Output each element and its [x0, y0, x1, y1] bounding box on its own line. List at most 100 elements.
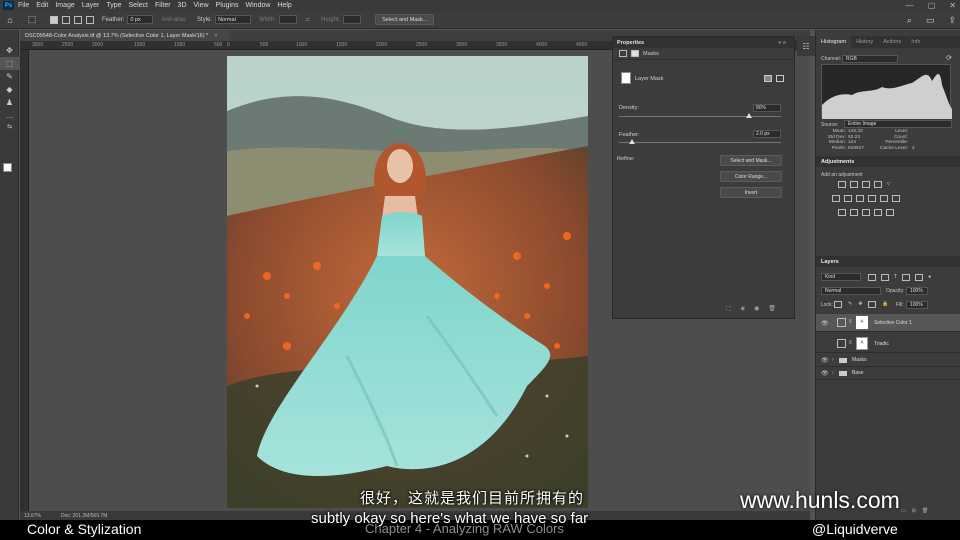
menu-filter[interactable]: Filter — [155, 2, 171, 9]
blend-mode-select[interactable]: Normal — [821, 287, 881, 295]
lock-artboard-icon[interactable] — [868, 301, 877, 308]
ruler-vertical[interactable] — [20, 50, 29, 511]
new-group-icon[interactable]: ▭ — [901, 508, 906, 514]
style-select[interactable]: Normal — [215, 15, 252, 24]
opacity-input[interactable]: 100% — [906, 287, 928, 295]
menu-file[interactable]: File — [18, 2, 29, 9]
black-white-adjustment-icon[interactable] — [856, 195, 864, 202]
filter-pixel-icon[interactable] — [868, 274, 876, 281]
refresh-icon[interactable]: ⟳ — [946, 54, 952, 62]
color-lookup-adjustment-icon[interactable] — [892, 195, 900, 202]
select-and-mask-button[interactable]: Select and Mask... — [375, 14, 435, 25]
load-selection-icon[interactable]: ⬚ — [726, 305, 732, 312]
lock-position-icon[interactable]: ✥ — [858, 301, 862, 308]
brightness-adjustment-icon[interactable] — [838, 181, 846, 188]
menu-view[interactable]: View — [194, 2, 209, 9]
filter-toggle-icon[interactable]: ● — [928, 274, 931, 281]
layer-mask-thumb[interactable]: ᴬ — [856, 337, 868, 350]
color-range-button[interactable]: Color Range... — [720, 171, 782, 182]
filter-smart-object-icon[interactable] — [915, 274, 924, 281]
apply-mask-icon[interactable]: ◈ — [741, 305, 746, 312]
feather-input[interactable]: 2.0 px — [753, 130, 781, 138]
add-vector-mask-icon[interactable] — [776, 75, 784, 82]
layer-row[interactable]: 👁 8 ᴬ Selective Color 1 — [816, 314, 960, 332]
layer-group-row[interactable]: 👁 › Base — [816, 367, 960, 380]
anti-alias-checkbox[interactable]: Anti-alias — [161, 17, 186, 23]
tab-actions[interactable]: Actions — [878, 36, 906, 48]
workspace-icon[interactable]: ▭ — [926, 15, 935, 26]
close-tab-icon[interactable]: × — [214, 33, 217, 39]
maximize-button[interactable]: ▢ — [928, 1, 936, 10]
threshold-adjustment-icon[interactable] — [862, 209, 870, 216]
brush-tool-icon[interactable]: ✎ — [0, 70, 19, 83]
mask-properties-icon[interactable] — [631, 50, 639, 57]
marquee-tool-icon[interactable]: ⬚ — [0, 57, 19, 70]
document-image[interactable] — [227, 56, 588, 508]
stamp-tool-icon[interactable]: ♟ — [0, 96, 19, 109]
marquee-preset-icon[interactable]: ⬚ — [26, 14, 38, 26]
layer-mask-thumb[interactable]: ᴬ — [856, 316, 868, 329]
menu-window[interactable]: Window — [246, 2, 271, 9]
visibility-eye-icon[interactable]: 👁 — [821, 357, 829, 364]
menu-help[interactable]: Help — [277, 2, 291, 9]
link-icon[interactable]: 8 — [849, 340, 852, 346]
menu-image[interactable]: Image — [55, 2, 74, 9]
delete-mask-icon[interactable]: 🗑 — [768, 305, 776, 312]
hue-saturation-adjustment-icon[interactable] — [832, 195, 840, 202]
layer-name[interactable]: Triadic — [874, 341, 889, 347]
subtract-selection-icon[interactable] — [74, 15, 82, 24]
swap-icon[interactable]: ⇄ — [305, 16, 310, 23]
visibility-eye-icon[interactable]: 👁 — [821, 320, 829, 327]
menu-edit[interactable]: Edit — [36, 2, 48, 9]
layer-row[interactable]: 👁 8 ᴬ Triadic — [816, 335, 960, 353]
visibility-eye-icon[interactable]: 👁 — [821, 341, 829, 348]
expand-group-icon[interactable]: › — [832, 357, 834, 363]
feather-slider-thumb[interactable] — [628, 139, 635, 144]
density-slider-thumb[interactable] — [745, 113, 752, 118]
fill-input[interactable]: 100% — [906, 301, 928, 309]
width-input[interactable] — [279, 15, 298, 24]
link-icon[interactable]: 8 — [849, 319, 852, 325]
eraser-tool-icon[interactable]: ◆ — [0, 83, 19, 96]
filter-type-icon[interactable]: T — [894, 274, 897, 281]
minimize-button[interactable]: — — [906, 1, 914, 10]
expand-group-icon[interactable]: › — [832, 370, 834, 376]
channel-mixer-adjustment-icon[interactable] — [880, 195, 888, 202]
adjustment-properties-icon[interactable] — [619, 50, 627, 57]
source-select[interactable]: Entire Image — [844, 120, 952, 128]
properties-dock-icon[interactable]: ☷ — [797, 36, 815, 56]
menu-plugins[interactable]: Plugins — [216, 2, 239, 9]
feather-input[interactable]: 0 px — [127, 15, 154, 24]
more-tools-icon[interactable]: … — [0, 109, 19, 122]
add-selection-icon[interactable] — [62, 15, 70, 24]
layer-group-row[interactable]: 👁 › Masks — [816, 354, 960, 367]
visibility-eye-icon[interactable]: 👁 — [821, 370, 829, 377]
photoshop-logo-icon[interactable]: Ps — [3, 1, 14, 10]
filter-adjustment-icon[interactable] — [881, 274, 889, 281]
intersect-selection-icon[interactable] — [86, 15, 94, 24]
new-layer-icon[interactable]: ⊞ — [912, 508, 916, 514]
zoom-level[interactable]: 13.67% — [24, 513, 41, 519]
layer-name[interactable]: Selective Color 1 — [874, 320, 912, 326]
lock-all-icon[interactable]: 🔒 — [882, 301, 888, 308]
new-selection-icon[interactable] — [50, 15, 58, 24]
height-input[interactable] — [343, 15, 362, 24]
tab-histogram[interactable]: Histogram — [816, 36, 852, 48]
close-button[interactable]: ✕ — [949, 1, 956, 10]
document-tab[interactable]: DSC09548-Color Analysis.tif @ 13.7% (Sel… — [20, 30, 230, 41]
posterize-adjustment-icon[interactable] — [850, 209, 858, 216]
layer-name[interactable]: Masks — [852, 357, 866, 363]
vibrance-adjustment-icon[interactable]: ▽ — [886, 181, 894, 188]
density-slider[interactable] — [619, 116, 781, 117]
filter-shape-icon[interactable] — [902, 274, 911, 281]
foreground-color-swatch[interactable] — [3, 163, 12, 172]
swap-colors-icon[interactable]: ⇆ — [0, 122, 19, 130]
menu-type[interactable]: Type — [106, 2, 121, 9]
density-input[interactable]: 80% — [753, 104, 781, 112]
share-icon[interactable]: ⇪ — [948, 15, 956, 26]
selective-color-adjustment-icon[interactable] — [886, 209, 894, 216]
exposure-adjustment-icon[interactable] — [874, 181, 882, 188]
select-and-mask-button[interactable]: Select and Mask... — [720, 155, 782, 166]
search-icon[interactable]: ⌕ — [907, 15, 912, 26]
feather-slider[interactable] — [619, 142, 781, 143]
